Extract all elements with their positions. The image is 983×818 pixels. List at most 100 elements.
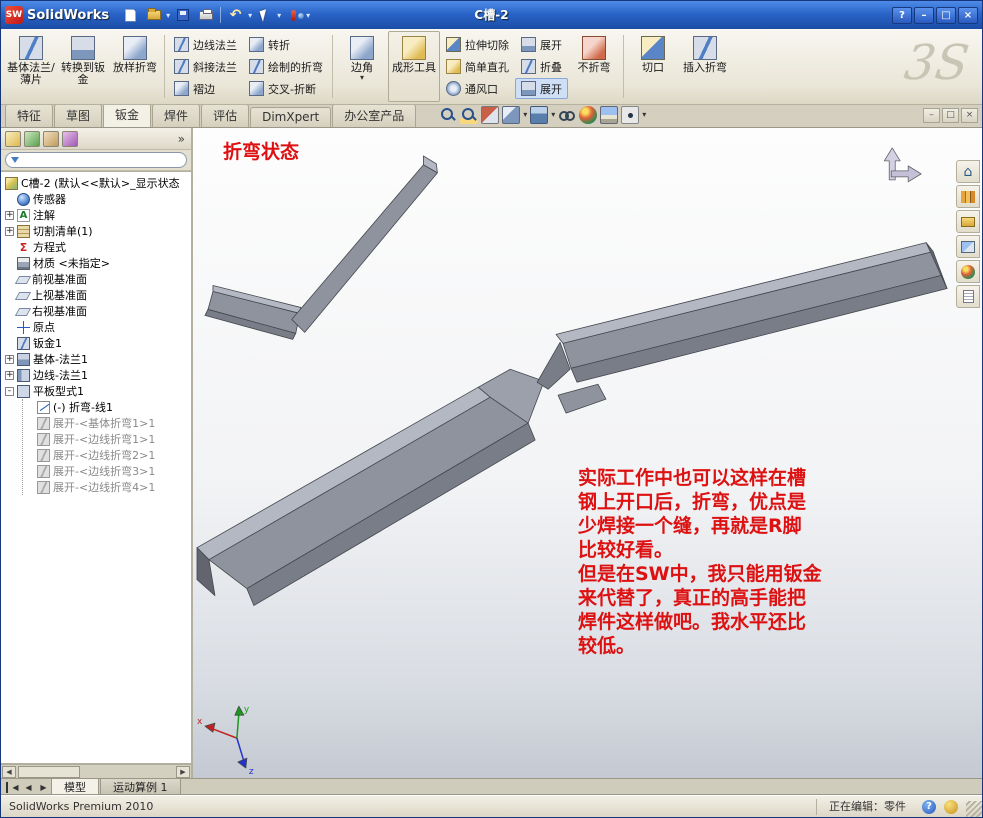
new-document-button[interactable]	[119, 5, 142, 25]
panel-close-icon[interactable]: ×	[961, 108, 978, 123]
corner-dropdown-icon[interactable]: ▾	[360, 74, 364, 82]
no-bends-button[interactable]: 不折弯	[568, 31, 620, 102]
flatten-button[interactable]: 展开	[515, 78, 568, 99]
zoom-area-icon[interactable]	[460, 106, 479, 124]
tree-filter-input[interactable]	[5, 152, 187, 168]
hem-button[interactable]: 褶边	[168, 78, 243, 99]
feature-manager-tab-icon[interactable]	[5, 130, 21, 147]
view-settings-icon[interactable]	[621, 106, 640, 124]
solidworks-resources-icon[interactable]: ⌂	[956, 160, 980, 183]
scrollbar-thumb[interactable]	[18, 765, 80, 778]
left-channel-web[interactable]	[208, 396, 529, 589]
tree-item-sheet-metal1[interactable]: 钣金1	[3, 335, 191, 351]
convert-to-sheet-metal-button[interactable]: 转换到钣金	[57, 31, 109, 102]
zoom-fit-icon[interactable]	[439, 106, 457, 124]
property-manager-tab-icon[interactable]	[24, 130, 40, 147]
tree-item-unfold-edge-bend1[interactable]: 展开-<边线折弯1>1	[23, 431, 191, 447]
tab-sketch[interactable]: 草图	[54, 104, 103, 127]
appearances-icon[interactable]	[956, 260, 980, 283]
expand-plus-icon[interactable]: +	[5, 226, 14, 236]
save-button[interactable]	[171, 5, 194, 25]
view-orientation-dropdown-icon[interactable]: ▾	[523, 111, 527, 119]
web-help-icon[interactable]	[944, 799, 958, 814]
tab-sheet-metal[interactable]: 钣金	[103, 103, 152, 127]
tab-dimxpert[interactable]: DimXpert	[250, 107, 332, 127]
tab-weldments[interactable]: 焊件	[152, 104, 201, 127]
view-palette-icon[interactable]	[956, 235, 980, 258]
bend-state-annotation[interactable]: 折弯状态	[223, 137, 299, 164]
corner-button[interactable]: 边角 ▾	[336, 31, 388, 102]
sketched-bend-button[interactable]: 绘制的折弯	[243, 56, 329, 77]
tab-evaluate[interactable]: 评估	[201, 104, 250, 127]
graphics-viewport[interactable]: x y z 折弯状态 实际工作中也可以这样在槽 钢上开口后，折弯，优点是 少焊接…	[193, 128, 982, 778]
dimxpert-manager-tab-icon[interactable]	[62, 130, 78, 147]
hide-show-items-icon[interactable]	[558, 106, 576, 124]
base-flange-button[interactable]: 基体法兰/薄片	[5, 31, 57, 102]
maximize-button[interactable]: □	[936, 6, 956, 24]
right-channel-web[interactable]	[562, 251, 942, 369]
comment-annotation[interactable]: 实际工作中也可以这样在槽 钢上开口后，折弯，优点是 少焊接一个缝，再就是R脚 比…	[578, 466, 822, 658]
display-style-icon[interactable]	[530, 106, 549, 124]
insert-bends-button[interactable]: 插入折弯	[679, 31, 731, 102]
unfold-button[interactable]: 展开	[515, 34, 568, 55]
view-settings-dropdown-icon[interactable]: ▾	[642, 111, 646, 119]
jog-button[interactable]: 转折	[243, 34, 329, 55]
tree-item-unfold-edge-bend4[interactable]: 展开-<边线折弯4>1	[23, 479, 191, 495]
rebuild-button[interactable]	[282, 5, 305, 25]
tree-item-base-flange1[interactable]: + 基体-法兰1	[3, 351, 191, 367]
tree-item-unfold-base-bend1[interactable]: 展开-<基体折弯1>1	[23, 415, 191, 431]
minimize-button[interactable]: –	[914, 6, 934, 24]
next-tab-icon[interactable]: ▶	[36, 779, 51, 795]
extruded-cut-button[interactable]: 拉伸切除	[440, 34, 515, 55]
panel-minimize-icon[interactable]: –	[923, 108, 940, 123]
resize-grip[interactable]	[966, 801, 982, 817]
tree-item-cut-list[interactable]: + 切割清单(1)	[3, 223, 191, 239]
close-button[interactable]: ×	[958, 6, 978, 24]
cross-break-button[interactable]: 交叉-折断	[243, 78, 329, 99]
model-3d[interactable]: x y z	[193, 128, 982, 778]
expand-plus-icon[interactable]: +	[5, 210, 14, 220]
expand-plus-icon[interactable]: +	[5, 354, 14, 364]
custom-properties-icon[interactable]	[956, 285, 980, 308]
tab-office-products[interactable]: 办公室产品	[332, 104, 417, 127]
tree-item-top-plane[interactable]: 上视基准面	[3, 287, 191, 303]
design-library-icon[interactable]	[956, 185, 980, 208]
expand-plus-icon[interactable]: +	[5, 370, 14, 380]
open-button[interactable]	[142, 5, 165, 25]
tree-item-flat-pattern1[interactable]: - 平板型式1	[3, 383, 191, 399]
tree-item-sensors[interactable]: 传感器	[3, 191, 191, 207]
model-tab[interactable]: 模型	[51, 779, 99, 795]
file-explorer-icon[interactable]	[956, 210, 980, 233]
quick-tips-icon[interactable]: ?	[922, 799, 936, 814]
rip-button[interactable]: 切口	[627, 31, 679, 102]
tree-horizontal-scrollbar[interactable]: ◀ ▶	[1, 764, 191, 778]
tab-features[interactable]: 特征	[5, 104, 54, 127]
apply-scene-icon[interactable]	[600, 106, 619, 124]
first-tab-icon[interactable]: ◀	[6, 781, 21, 793]
tree-item-annotations[interactable]: + A 注解	[3, 207, 191, 223]
tree-root-part[interactable]: C槽-2 (默认<<默认>_显示状态	[3, 175, 191, 191]
lofted-bend-button[interactable]: 放样折弯	[109, 31, 161, 102]
tree-item-bend-line1[interactable]: (-) 折弯-线1	[23, 399, 191, 415]
select-dropdown-icon[interactable]: ▾	[277, 11, 281, 20]
simple-hole-button[interactable]: 简单直孔	[440, 56, 515, 77]
view-orientation-icon[interactable]	[502, 106, 521, 124]
prev-tab-icon[interactable]: ◀	[21, 779, 36, 795]
open-dropdown-icon[interactable]: ▾	[166, 11, 170, 20]
tree-item-edge-flange1[interactable]: + 边线-法兰1	[3, 367, 191, 383]
vent-button[interactable]: 通风口	[440, 78, 515, 99]
fold-button[interactable]: 折叠	[515, 56, 568, 77]
miter-flange-button[interactable]: 斜接法兰	[168, 56, 243, 77]
scroll-left-icon[interactable]: ◀	[2, 765, 16, 778]
scroll-right-icon[interactable]: ▶	[176, 765, 190, 778]
toolbar-dropdown-icon[interactable]: ▾	[306, 11, 310, 20]
print-button[interactable]	[194, 5, 217, 25]
configuration-manager-tab-icon[interactable]	[43, 130, 59, 147]
help-button[interactable]: ?	[892, 6, 912, 24]
undo-button[interactable]: ↶	[224, 5, 247, 25]
tree-item-right-plane[interactable]: 右视基准面	[3, 303, 191, 319]
motion-study-tab[interactable]: 运动算例 1	[100, 779, 181, 795]
v-piece-right-arm[interactable]	[291, 164, 438, 333]
panel-float-icon[interactable]: □	[942, 108, 959, 123]
display-style-dropdown-icon[interactable]: ▾	[551, 111, 555, 119]
